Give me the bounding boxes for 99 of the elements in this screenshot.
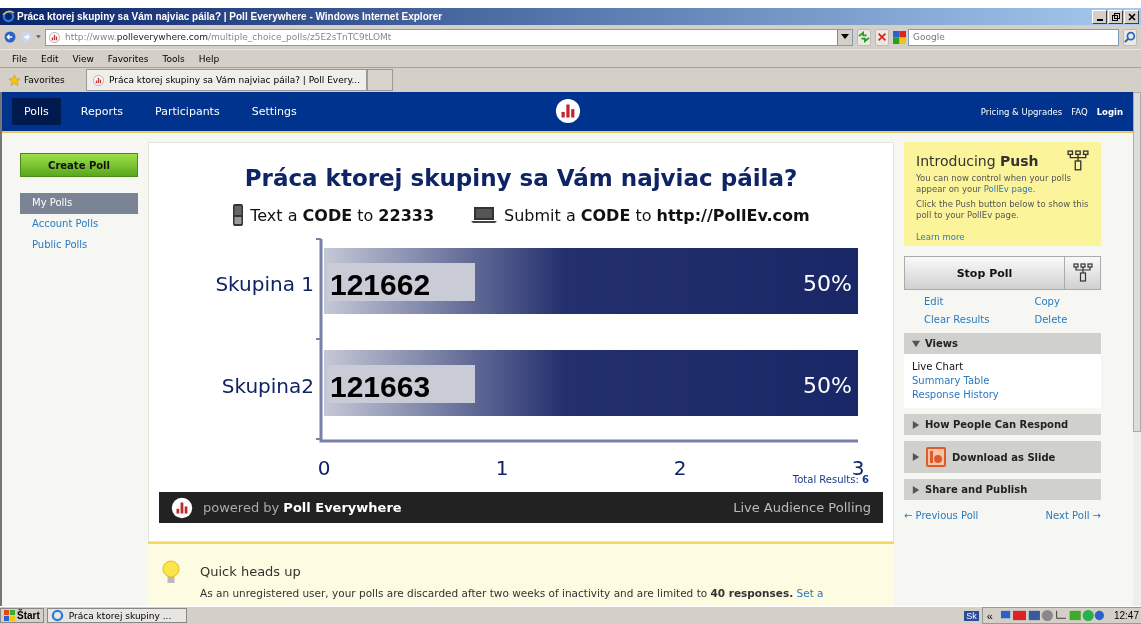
refresh-icon (858, 31, 870, 43)
axis-tick-label: 1 (495, 456, 509, 480)
menu-item[interactable]: Edit (41, 53, 59, 64)
refresh-button[interactable] (857, 28, 871, 46)
sidebar-item[interactable]: Account Polls (20, 214, 138, 235)
view-link[interactable]: Live Chart (912, 360, 1093, 374)
clock: 12:47 (1113, 610, 1139, 621)
view-link[interactable]: Summary Table (912, 374, 1093, 388)
site-logo-icon (49, 31, 60, 43)
percentage-label: 50% (803, 271, 852, 296)
nav-tab[interactable]: Settings (239, 98, 309, 125)
expand-arrow-icon (912, 485, 920, 494)
nav-tab[interactable]: Polls (12, 98, 61, 125)
stop-button[interactable] (875, 28, 889, 46)
history-dropdown-icon[interactable] (36, 34, 41, 40)
menu-item[interactable]: Help (198, 53, 220, 64)
address-field[interactable]: http://www.polleverywhere.com/multiple_choice_polls/z5E2sTnTC9tLOMt (45, 28, 853, 46)
menu-item[interactable]: Favorites (107, 53, 149, 64)
stop-poll-button[interactable]: Stop Poll (904, 256, 1065, 290)
notice-link[interactable]: Set a (796, 587, 824, 599)
category-label: Skupina 1 (215, 272, 314, 296)
powered-by-text: powered by Poll Everywhere (203, 500, 402, 515)
nav-tab[interactable]: Reports (68, 98, 136, 125)
search-icon (1124, 31, 1136, 43)
menu-item[interactable]: File (12, 53, 28, 64)
address-dropdown-button[interactable] (837, 29, 852, 45)
windows-logo-icon (4, 610, 15, 621)
total-results: Total Results: 6 (792, 474, 869, 485)
section-header[interactable]: How People Can Respond (904, 414, 1101, 435)
menu-item[interactable]: Tools (162, 53, 185, 64)
axis-tick-label: 2 (673, 456, 687, 480)
view-link[interactable]: Response History (912, 388, 1093, 402)
laptop-icon (470, 206, 499, 224)
browser-logo-icon (50, 609, 64, 622)
instruction-text: Submit a CODE to http://PollEv.com (504, 205, 810, 225)
sidebar-item[interactable]: Public Polls (20, 235, 138, 256)
browser-logo-icon (2, 10, 15, 23)
nav-link[interactable]: FAQ (1071, 106, 1088, 117)
pollev-page-link[interactable]: PollEv page (983, 184, 1033, 194)
axis-tick-label: 0 (317, 456, 331, 480)
slide-file-icon (925, 446, 947, 468)
expand-arrow-icon (912, 339, 920, 348)
poll-action-link[interactable]: Copy (1007, 296, 1081, 307)
phone-icon (232, 203, 245, 227)
search-button[interactable] (1123, 28, 1137, 46)
previous-poll-link[interactable]: ← Previous Poll (904, 510, 979, 521)
restore-button[interactable] (1108, 9, 1123, 24)
show-hidden-icons-button[interactable]: « (986, 609, 993, 622)
poll-action-link[interactable]: Delete (1007, 314, 1081, 325)
poll-title: Práca ktorej skupiny sa Vám najviac páila? (244, 165, 798, 191)
close-button[interactable] (1124, 9, 1139, 24)
section-header[interactable]: Download as Slide (904, 441, 1101, 473)
nav-link[interactable]: Pricing & Upgrades (980, 106, 1063, 117)
browser-tab[interactable]: Práca ktorej skupiny sa Vám najviac páila? | Poll Every... (86, 69, 368, 91)
tagline: Live Audience Polling (733, 500, 871, 515)
light-bulb-icon (162, 560, 180, 586)
learn-more-link[interactable]: Learn more (916, 232, 965, 242)
category-label: Skupina2 (221, 374, 314, 398)
star-icon (8, 73, 21, 87)
start-button[interactable]: Štart (0, 608, 44, 623)
poll-action-link[interactable]: Clear Results (924, 314, 998, 325)
window-title: Práca ktorej skupiny sa Vám najviac páila? | Poll Everywhere - Windows Internet Explorer (17, 11, 443, 22)
expand-arrow-icon (912, 453, 920, 461)
minimize-button[interactable] (1092, 9, 1107, 24)
push-button[interactable] (1065, 256, 1101, 290)
restore-icon (1110, 11, 1121, 22)
expand-arrow-icon (912, 420, 920, 429)
push-instructions: Click the Push button below to show this poll to your PollEv page. (916, 199, 1089, 221)
notice-text: As an unregistered user, your polls are discarded after two weeks of inactivity and are limited to 40 responses. Set a (200, 587, 824, 599)
response-code: 121662 (327, 263, 475, 301)
instruction-text: Text a CODE to 22333 (250, 205, 435, 225)
search-provider-icon (893, 30, 906, 44)
close-icon (876, 31, 888, 43)
favorites-button[interactable]: Favorites (8, 73, 86, 87)
sidebar-item[interactable]: My Polls (20, 193, 138, 214)
close-icon (1126, 11, 1137, 22)
minimize-icon (1096, 18, 1103, 21)
push-description: You can now control when your polls appear on your PollEv page. (916, 173, 1072, 195)
poll-action-link[interactable]: Edit (924, 296, 998, 307)
caret-icon (841, 34, 849, 40)
search-field[interactable]: Google (908, 28, 1119, 46)
language-indicator[interactable]: Sk (964, 610, 979, 621)
taskbar-window-button[interactable]: Práca ktorej skupiny ... (46, 608, 187, 623)
network-icon (1072, 263, 1093, 283)
percentage-label: 50% (803, 373, 852, 398)
next-poll-link[interactable]: Next Poll → (1045, 510, 1101, 521)
section-header[interactable]: Views (904, 333, 1101, 354)
poll-logo-icon (171, 496, 193, 519)
section-header[interactable]: Share and Publish (904, 479, 1101, 500)
response-code: 121663 (327, 365, 475, 403)
menu-item[interactable]: View (72, 53, 94, 64)
nav-tab[interactable]: Participants (143, 98, 232, 125)
create-poll-button[interactable]: Create Poll (20, 153, 138, 177)
push-title: Introducing Push (916, 153, 1039, 169)
notice-title: Quick heads up (200, 564, 302, 579)
site-logo-icon (93, 74, 104, 86)
nav-link[interactable]: Login (1096, 106, 1123, 117)
network-icon (1067, 150, 1089, 172)
poll-logo-icon (555, 98, 581, 124)
